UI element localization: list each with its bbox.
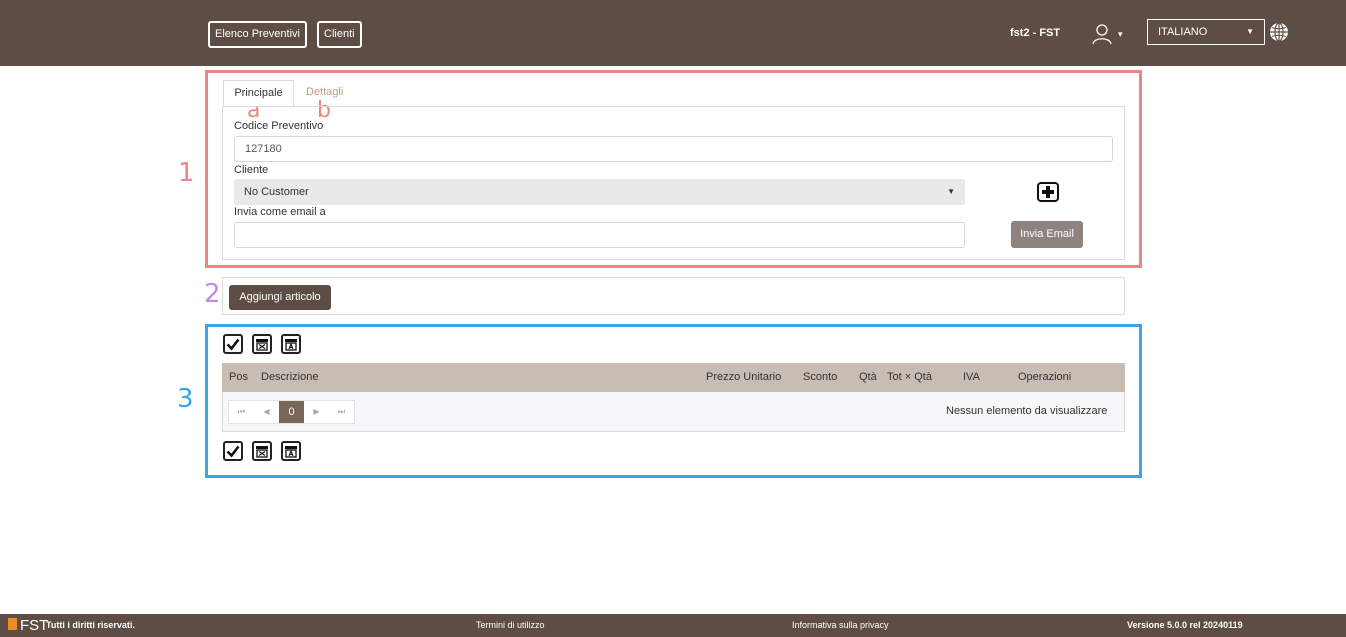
customer-label: Cliente <box>234 164 269 176</box>
first-page-icon[interactable]: ⏮ <box>229 401 254 423</box>
prev-page-icon[interactable]: ◀ <box>254 401 279 423</box>
next-page-icon[interactable]: ▶ <box>304 401 329 423</box>
top-navbar: Elenco Preventivi Clienti fst2 - FST ▾ I… <box>0 0 1346 66</box>
export-pdf-icon[interactable] <box>281 334 301 354</box>
send-email-button[interactable]: Invia Email <box>1011 221 1083 248</box>
col-iva[interactable]: IVA <box>963 363 980 392</box>
nav-clienti[interactable]: Clienti <box>317 21 362 48</box>
nav-elenco-preventivi[interactable]: Elenco Preventivi <box>208 21 307 48</box>
col-prezzo-unitario[interactable]: Prezzo Unitario <box>706 363 781 392</box>
tab-principale[interactable]: Principale <box>223 80 294 107</box>
col-descrizione[interactable]: Descrizione <box>261 363 318 392</box>
customer-value: No Customer <box>244 186 309 198</box>
table-header: Pos Descrizione Prezzo Unitario Sconto Q… <box>222 363 1125 392</box>
current-page[interactable]: 0 <box>279 401 304 423</box>
col-pos[interactable]: Pos <box>229 363 248 392</box>
globe-icon[interactable] <box>1269 22 1289 42</box>
pager: ⏮ ◀ 0 ▶ ⏭ <box>228 400 355 424</box>
footer: FST Tutti i diritti riservati. Termini d… <box>0 614 1346 637</box>
col-sconto[interactable]: Sconto <box>803 363 837 392</box>
customer-select[interactable]: No Customer ▼ <box>234 179 965 205</box>
user-name: fst2 - FST <box>1010 27 1061 39</box>
chevron-down-icon: ▼ <box>1246 27 1254 36</box>
annotation-number-3: 3 <box>177 384 194 414</box>
export-pdf-icon[interactable] <box>281 441 301 461</box>
language-value: ITALIANO <box>1158 26 1208 38</box>
confirm-check-icon[interactable] <box>223 441 243 461</box>
email-input[interactable] <box>234 222 965 248</box>
footer-brand: FST <box>20 617 49 634</box>
fst-logo-icon <box>8 618 17 630</box>
footer-privacy-link[interactable]: Informativa sulla privacy <box>792 614 889 637</box>
add-item-bar <box>222 277 1125 315</box>
annotation-number-2: 2 <box>204 279 221 309</box>
export-excel-icon[interactable] <box>252 441 272 461</box>
last-page-icon[interactable]: ⏭ <box>329 401 354 423</box>
annotation-number-1: 1 <box>178 158 195 188</box>
language-select[interactable]: ITALIANO ▼ <box>1147 19 1265 45</box>
code-input[interactable]: 127180 <box>234 136 1113 162</box>
footer-rights: Tutti i diritti riservati. <box>46 620 135 630</box>
export-excel-icon[interactable] <box>252 334 272 354</box>
user-caret-icon[interactable]: ▾ <box>1118 29 1123 40</box>
empty-message: Nessun elemento da visualizzare <box>946 405 1108 417</box>
user-icon[interactable] <box>1090 22 1114 46</box>
confirm-check-icon[interactable] <box>223 334 243 354</box>
add-customer-plus-icon[interactable] <box>1037 182 1059 202</box>
email-label: Invia come email a <box>234 206 326 218</box>
chevron-down-icon: ▼ <box>947 187 955 196</box>
code-label: Codice Preventivo <box>234 120 324 132</box>
footer-terms-link[interactable]: Termini di utilizzo <box>476 614 545 637</box>
add-item-button[interactable]: Aggiungi articolo <box>229 285 331 310</box>
col-operazioni[interactable]: Operazioni <box>1018 363 1071 392</box>
tab-dettagli[interactable]: Dettagli <box>306 86 343 98</box>
col-tot-qta[interactable]: Tot × Qtà <box>887 363 932 392</box>
col-qta[interactable]: Qtà <box>859 363 877 392</box>
footer-version: Versione 5.0.0 rel 20240119 <box>1127 620 1243 630</box>
